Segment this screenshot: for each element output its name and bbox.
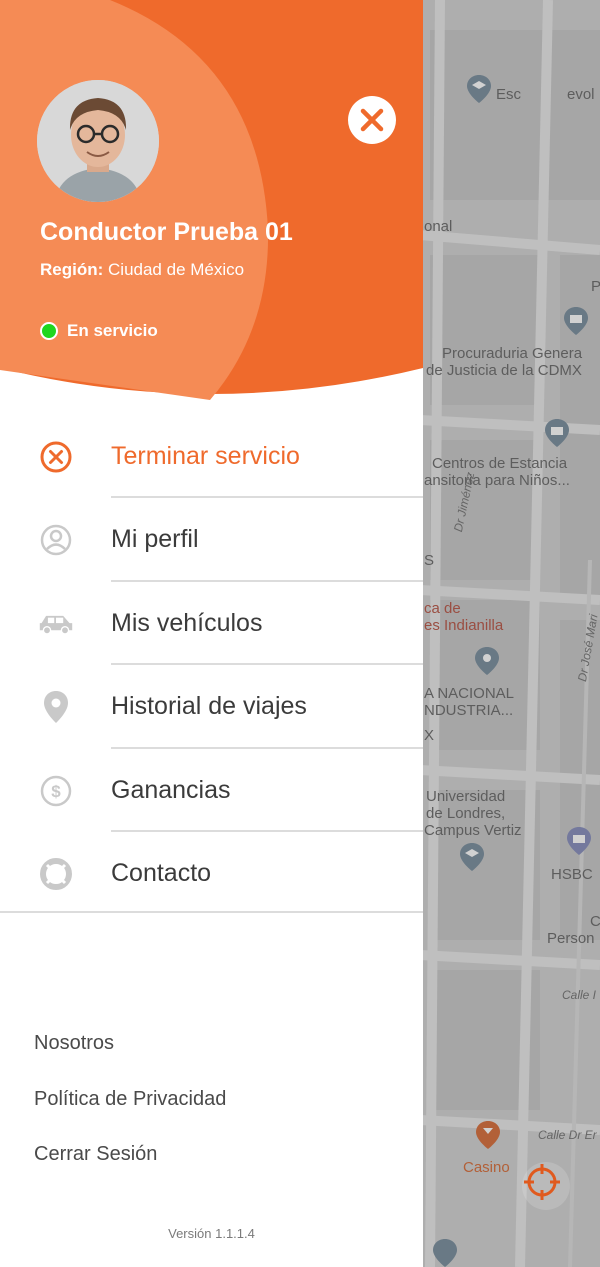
menu-item-ganancias[interactable]: $ Ganancias (0, 749, 423, 832)
avatar[interactable] (37, 80, 159, 202)
region-value: Ciudad de México (108, 260, 245, 279)
location-pin-icon (38, 689, 74, 725)
menu-item-mi-perfil[interactable]: Mi perfil (0, 498, 423, 582)
close-icon (360, 108, 384, 132)
status-dot-icon (40, 322, 58, 340)
menu-item-label: Contacto (111, 858, 212, 887)
region-label: Región: (40, 260, 104, 279)
menu-item-terminar-servicio[interactable]: Terminar servicio (0, 415, 423, 499)
menu-item-contacto[interactable]: Contacto (0, 832, 423, 915)
dollar-circle-icon: $ (38, 773, 74, 809)
menu-item-label: Terminar servicio (111, 442, 300, 470)
status-text: En servicio (67, 321, 158, 340)
lifebuoy-icon (38, 856, 74, 892)
driver-name: Conductor Prueba 01 (40, 218, 293, 246)
cancel-circle-icon (38, 439, 74, 475)
footer-links: Nosotros Política de Privacidad Cerrar S… (34, 1026, 226, 1193)
navigation-drawer: Conductor Prueba 01 Región: Ciudad de Mé… (0, 0, 423, 1267)
menu-item-label: Mi perfil (111, 525, 199, 554)
link-politica-privacidad[interactable]: Política de Privacidad (34, 1082, 226, 1138)
drawer-header: Conductor Prueba 01 Región: Ciudad de Mé… (0, 0, 423, 400)
menu-item-label: Ganancias (111, 775, 231, 804)
app-version: Versión 1.1.1.4 (168, 1226, 255, 1241)
locate-button[interactable] (522, 1162, 570, 1210)
region-info: Región: Ciudad de México (40, 260, 244, 280)
menu-item-historial-de-viajes[interactable]: Historial de viajes (0, 665, 423, 749)
car-icon (38, 606, 74, 642)
crosshair-icon (524, 1164, 560, 1200)
svg-text:$: $ (51, 782, 61, 801)
menu-item-label: Historial de viajes (111, 692, 307, 721)
menu-item-mis-vehiculos[interactable]: Mis vehículos (0, 582, 423, 666)
user-circle-icon (38, 522, 74, 558)
user-photo (37, 80, 159, 202)
close-drawer-button[interactable] (348, 96, 396, 144)
link-cerrar-sesion[interactable]: Cerrar Sesión (34, 1137, 226, 1193)
link-nosotros[interactable]: Nosotros (34, 1026, 226, 1082)
menu-item-label: Mis vehículos (111, 608, 263, 637)
divider (0, 911, 423, 913)
service-status: En servicio (40, 321, 158, 341)
drawer-menu: Terminar servicio Mi perfil Mis vehículo… (0, 415, 423, 915)
